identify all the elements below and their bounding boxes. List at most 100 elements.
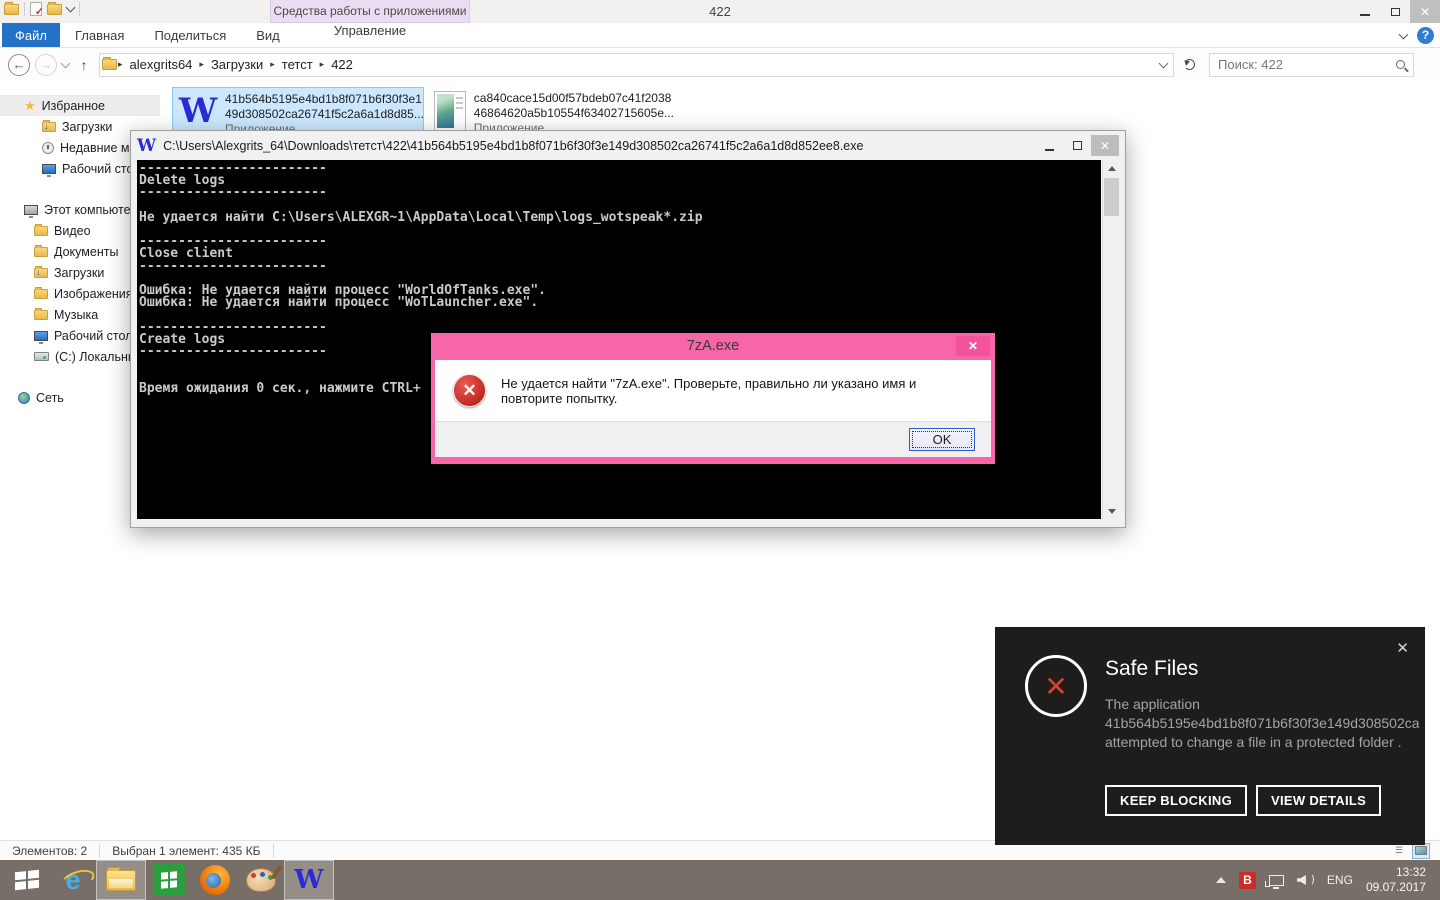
search-icon[interactable] <box>1396 60 1405 69</box>
start-button[interactable] <box>4 860 50 900</box>
help-icon[interactable]: ? <box>1417 27 1434 44</box>
ie-icon: e <box>65 864 81 895</box>
forward-button[interactable]: → <box>35 53 57 76</box>
videos-folder-icon <box>34 223 48 236</box>
scroll-down-icon[interactable] <box>1103 503 1120 519</box>
safe-files-toast: ✕ ✕ Safe Files The application 41b564b51… <box>995 627 1425 845</box>
breadcrumb-item[interactable]: 422 <box>325 57 359 72</box>
scroll-up-icon[interactable] <box>1103 160 1120 176</box>
blocked-x-icon: ✕ <box>1044 669 1068 703</box>
console-maximize-button[interactable] <box>1063 135 1091 156</box>
restore-button[interactable] <box>1380 0 1410 23</box>
refresh-button[interactable] <box>1179 55 1199 75</box>
address-bar[interactable]: ▸ alexgrits64 ▸ Загрузки ▸ тетст ▸ 422 <box>99 52 1174 77</box>
address-folder-icon <box>102 57 117 70</box>
taskbar-ie[interactable]: e <box>50 860 96 900</box>
close-button[interactable]: ✕ <box>1410 0 1440 23</box>
tab-home[interactable]: Главная <box>60 23 139 47</box>
taskbar-paint[interactable] <box>238 860 284 900</box>
recent-places-icon <box>42 141 54 154</box>
time: 13:32 <box>1395 865 1426 879</box>
desktop-icon <box>42 163 56 177</box>
taskbar-store[interactable] <box>146 860 192 900</box>
window-controls: ✕ <box>1350 0 1440 23</box>
paint-icon <box>246 868 276 892</box>
error-dialog[interactable]: 7zA.exe ✕ ✕ Не удается найти "7zA.exe". … <box>431 333 995 464</box>
error-icon: ✕ <box>453 374 486 407</box>
history-chevron-icon[interactable] <box>60 58 71 68</box>
antivirus-icon[interactable]: B <box>1238 871 1256 889</box>
view-details-button[interactable]: VIEW DETAILS <box>1256 785 1382 816</box>
star-icon: ★ <box>24 97 36 113</box>
documents-folder-icon <box>34 244 48 257</box>
date: 09.07.2017 <box>1365 880 1426 894</box>
file-name: 46864620a5b10554f63402715605e... <box>473 106 674 120</box>
address-dropdown-chevron-icon[interactable] <box>1158 58 1169 68</box>
explorer-icon <box>106 866 136 891</box>
tab-share[interactable]: Поделиться <box>139 23 241 47</box>
context-tab-header: Средства работы с приложениями <box>270 0 470 23</box>
keep-blocking-button[interactable]: KEEP BLOCKING <box>1105 785 1248 816</box>
search-box[interactable]: Поиск: 422 <box>1209 52 1414 77</box>
sidebar-label: Рабочий стол <box>54 328 133 343</box>
refresh-icon <box>1183 59 1195 70</box>
toast-title: Safe Files <box>1105 657 1199 680</box>
breadcrumb-item[interactable]: Загрузки <box>205 57 269 72</box>
pictures-folder-icon <box>34 286 48 299</box>
desktop-icon <box>34 330 48 344</box>
toast-close-icon[interactable]: ✕ <box>1396 639 1409 657</box>
file-name: 41b564b5195e4bd1b8f071b6f30f3e1 <box>225 92 422 106</box>
volume-icon[interactable] <box>1296 873 1314 887</box>
ok-button[interactable]: OK <box>909 428 975 451</box>
explorer-titlebar: ✓ 422 Средства работы с приложениями ✕ <box>0 0 1440 23</box>
sidebar-label: Видео <box>54 223 91 238</box>
system-tray: B ENG 13:32 09.07.2017 <box>1215 865 1440 895</box>
console-minimize-button[interactable] <box>1035 135 1063 156</box>
store-icon <box>153 864 185 896</box>
breadcrumb-item[interactable]: тетст <box>276 57 319 72</box>
console-w-icon: W <box>137 135 157 156</box>
taskbar-firefox[interactable] <box>192 860 238 900</box>
console-titlebar[interactable]: W C:\Users\Alexgrits_64\Downloads\тетст\… <box>131 131 1125 160</box>
console-scrollbar[interactable] <box>1102 160 1119 519</box>
window-title: 422 <box>709 4 731 19</box>
minimize-button[interactable] <box>1350 0 1380 23</box>
taskbar: e W B ENG 13:32 09.07.2017 <box>0 860 1440 900</box>
scrollbar-thumb[interactable] <box>1104 178 1119 216</box>
thumbnail-view-icon <box>1415 846 1427 855</box>
sidebar-label: Рабочий стол <box>62 161 141 176</box>
up-button[interactable]: ↑ <box>74 55 94 75</box>
windows-logo-icon <box>15 869 39 891</box>
toast-body-line: The application <box>1105 696 1200 712</box>
file-name: ca840cace15d00f57bdeb07c41f2038 <box>473 91 672 105</box>
tab-manage[interactable]: Управление <box>270 23 470 38</box>
navigation-bar: ← → ↑ ▸ alexgrits64 ▸ Загрузки ▸ тетст ▸… <box>0 48 1440 81</box>
taskbar-w-app[interactable]: W <box>284 860 334 900</box>
music-folder-icon <box>34 307 48 320</box>
breadcrumb-item[interactable]: alexgrits64 <box>124 57 199 72</box>
toast-body-line: 41b564b5195e4bd1b8f071b6f30f3e149d308502… <box>1105 715 1419 731</box>
image-file-icon <box>434 91 466 131</box>
dialog-message: Не удается найти "7zA.exe". Проверьте, п… <box>501 375 917 406</box>
taskbar-explorer[interactable] <box>96 860 146 900</box>
back-button[interactable]: ← <box>8 53 30 76</box>
console-close-button[interactable]: ✕ <box>1091 135 1119 156</box>
items-count: Элементов: 2 <box>12 843 88 858</box>
tab-file[interactable]: Файл <box>2 23 60 47</box>
sidebar-label: Загрузки <box>62 119 113 134</box>
sidebar-item-favorites[interactable]: ★ Избранное <box>0 95 160 116</box>
network-tray-icon[interactable] <box>1264 874 1284 889</box>
clock[interactable]: 13:32 09.07.2017 <box>1366 865 1430 895</box>
selection-info: Выбран 1 элемент: 435 КБ <box>112 843 261 858</box>
toast-body-line: attempted to change a file in a protecte… <box>1105 734 1402 750</box>
dialog-close-button[interactable]: ✕ <box>956 336 990 356</box>
search-placeholder: Поиск: 422 <box>1218 57 1283 72</box>
console-window[interactable]: W C:\Users\Alexgrits_64\Downloads\тетст\… <box>130 130 1126 528</box>
toast-body: The application 41b564b5195e4bd1b8f071b6… <box>1105 695 1419 752</box>
tray-expand-icon[interactable] <box>1215 877 1226 883</box>
language-indicator[interactable]: ENG <box>1327 873 1353 887</box>
ribbon-collapse-chevron-icon[interactable] <box>1398 29 1409 39</box>
network-icon <box>18 391 30 404</box>
sidebar-label: Изображения <box>54 286 133 301</box>
app-w-icon: W <box>179 91 218 131</box>
